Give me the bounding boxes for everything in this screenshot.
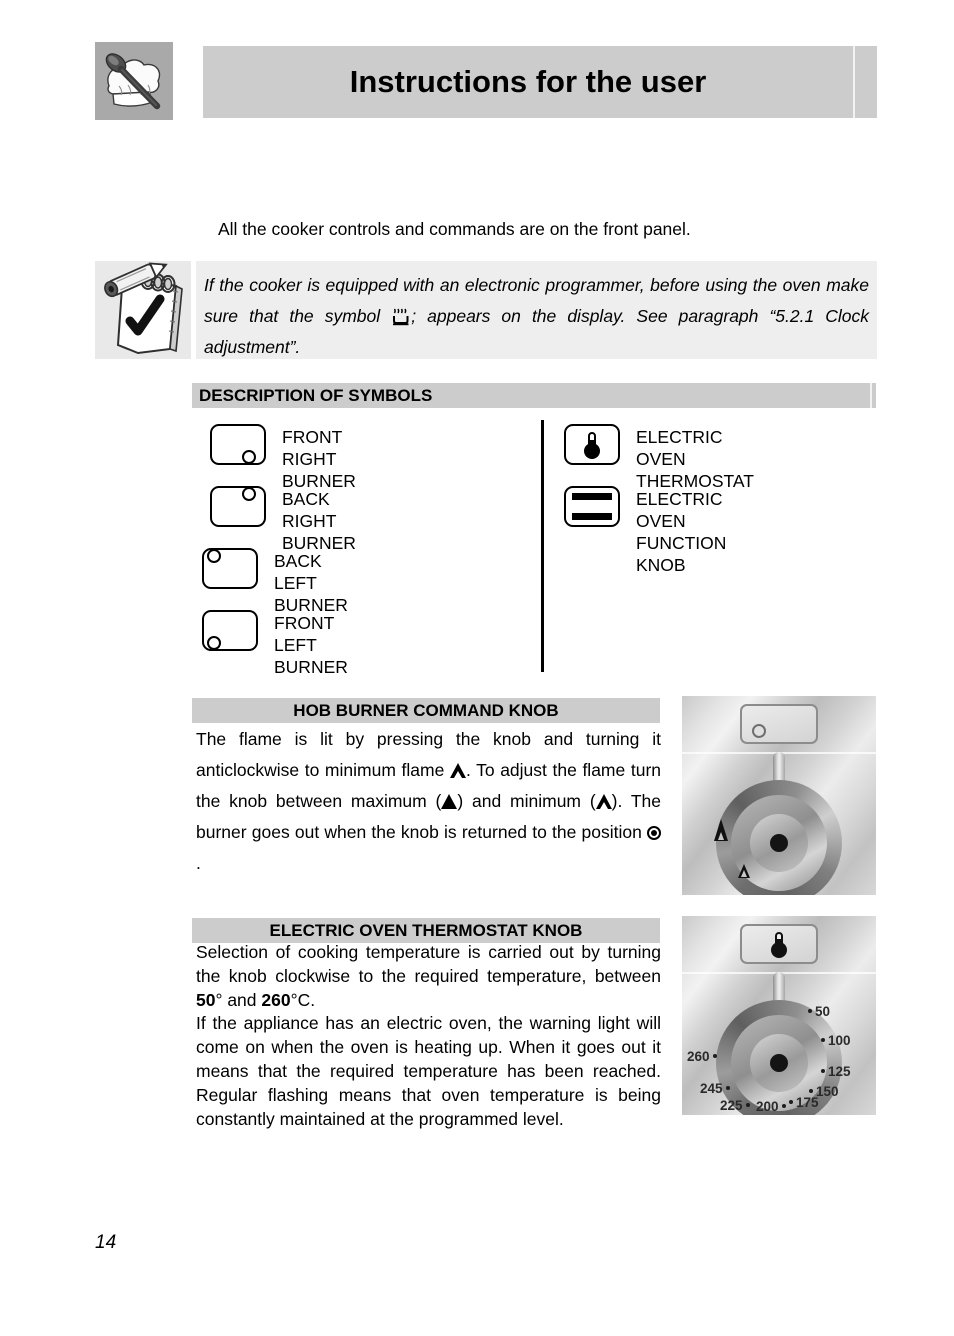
hob-knob-photo — [682, 696, 876, 895]
outline-triangle-icon — [738, 864, 751, 878]
hob-heading-label: HOB BURNER COMMAND KNOB — [293, 701, 559, 720]
thermostat-knob-photo: 50 100 125 150 175 200 225 245 260 — [682, 916, 876, 1115]
hob-text-e: . — [196, 853, 201, 873]
temp-tick-dot — [781, 1104, 786, 1108]
notepad-pencil-check-icon — [95, 261, 191, 359]
burner-back-left-icon — [202, 548, 258, 589]
heat-steam-dish-icon — [391, 305, 411, 326]
function-bar-bottom — [572, 513, 612, 520]
temp-mark-label: 260 — [687, 1049, 710, 1064]
temp-mark-175: 175 — [789, 1095, 819, 1110]
thermostat-paragraph1-b: ° and — [215, 989, 262, 1010]
thermometer-bulb — [584, 443, 600, 459]
outline-triangle-icon — [449, 763, 466, 778]
note-text-panel: If the cooker is equipped with an electr… — [196, 261, 877, 359]
burner-front-right-icon — [210, 424, 266, 465]
symbols-column-divider — [541, 420, 544, 672]
temp-tick-dot — [725, 1086, 730, 1090]
function-bar-top — [572, 493, 612, 500]
temp-tick-dot — [789, 1100, 793, 1104]
temp-tick-dot — [809, 1089, 813, 1093]
page-header: Instructions for the user — [95, 42, 877, 126]
solid-triangle-icon — [441, 794, 458, 809]
burner-position-dot — [207, 636, 221, 650]
temp-mark-245: 245 — [700, 1081, 730, 1096]
thermostat-paragraph2: If the appliance has an electric oven, t… — [196, 1013, 661, 1129]
max-temp-value: 260 — [261, 989, 291, 1010]
temp-mark-label: 150 — [816, 1084, 839, 1099]
symbols-heading-label: DESCRIPTION OF SYMBOLS — [199, 386, 433, 405]
intro-text: All the cooker controls and commands are… — [218, 219, 691, 239]
symbol-label: BACK LEFT BURNER — [274, 551, 348, 615]
hob-burner-plaque — [740, 704, 818, 744]
header-title-bar: Instructions for the user — [203, 46, 877, 118]
page-title: Instructions for the user — [349, 64, 707, 99]
temp-mark-label: 175 — [796, 1095, 819, 1110]
burner-position-dot — [207, 549, 221, 563]
temp-mark-100: 100 — [821, 1033, 851, 1048]
chef-hat-spoon-icon — [95, 42, 173, 120]
thermometer-icon — [564, 424, 620, 465]
symbols-area: FRONT RIGHT BURNER BACK RIGHT BURNER BAC… — [192, 412, 876, 677]
knob-hub — [770, 834, 788, 852]
header-divider — [853, 46, 855, 118]
burner-back-right-icon — [210, 486, 266, 527]
thermostat-plaque — [740, 924, 818, 964]
symbols-section-heading: DESCRIPTION OF SYMBOLS — [192, 383, 876, 408]
temp-tick-dot — [821, 1069, 825, 1073]
temp-tick-dot — [821, 1038, 825, 1042]
temp-mark-label: 125 — [828, 1064, 851, 1079]
temp-mark-125: 125 — [821, 1064, 851, 1079]
symbols-heading-divider — [870, 383, 872, 408]
outline-triangle-icon-2 — [595, 794, 612, 809]
rotary-knob-icon[interactable] — [716, 780, 842, 895]
symbol-label: ELECTRIC OVEN THERMOSTAT — [636, 427, 754, 491]
burner-position-dot — [242, 487, 256, 501]
solid-triangle-icon — [712, 819, 729, 841]
thermostat-section-text: Selection of cooking temperature is carr… — [196, 941, 661, 1131]
symbol-label: ELECTRIC OVEN FUNCTION KNOB — [636, 489, 727, 575]
temp-mark-label: 100 — [828, 1033, 851, 1048]
hob-section-heading: HOB BURNER COMMAND KNOB — [192, 698, 660, 723]
thermostat-paragraph1-c: °C. — [290, 989, 316, 1010]
off-position-icon — [647, 826, 661, 840]
temp-mark-label: 50 — [815, 1004, 831, 1019]
thermostat-heading-label: ELECTRIC OVEN THERMOSTAT KNOB — [269, 921, 583, 940]
temp-mark-50: 50 — [808, 1004, 830, 1019]
symbol-label: FRONT RIGHT BURNER — [282, 427, 356, 491]
temp-mark-260: 260 — [687, 1049, 717, 1064]
page-number: 14 — [95, 1232, 117, 1253]
symbol-label: FRONT LEFT BURNER — [274, 613, 348, 677]
temp-mark-label: 245 — [700, 1081, 723, 1096]
burner-front-right-icon — [752, 724, 766, 738]
burner-position-dot — [242, 450, 256, 464]
thermostat-paragraph1-a: Selection of cooking temperature is carr… — [196, 942, 661, 986]
temp-mark-200: 200 — [756, 1099, 786, 1114]
temp-tick-dot — [712, 1054, 717, 1058]
note-icon-panel — [95, 261, 191, 359]
note-text: If the cooker is equipped with an electr… — [204, 270, 869, 363]
hob-section-text: The flame is lit by pressing the knob an… — [196, 724, 661, 879]
temp-tick-dot — [808, 1009, 812, 1013]
temp-tick-dot — [745, 1103, 750, 1107]
burner-front-left-icon — [202, 610, 258, 651]
oven-function-bars-icon — [564, 486, 620, 527]
temp-mark-label: 200 — [756, 1099, 779, 1114]
thermometer-bulb — [771, 942, 787, 958]
thermostat-section-heading: ELECTRIC OVEN THERMOSTAT KNOB — [192, 918, 660, 943]
symbol-label: BACK RIGHT BURNER — [282, 489, 356, 553]
knob-hub — [770, 1054, 788, 1072]
hob-text-c: ) and minimum ( — [457, 791, 596, 811]
temp-mark-225: 225 — [720, 1098, 750, 1113]
temp-mark-label: 225 — [720, 1098, 743, 1113]
min-temp-value: 50 — [196, 989, 216, 1010]
